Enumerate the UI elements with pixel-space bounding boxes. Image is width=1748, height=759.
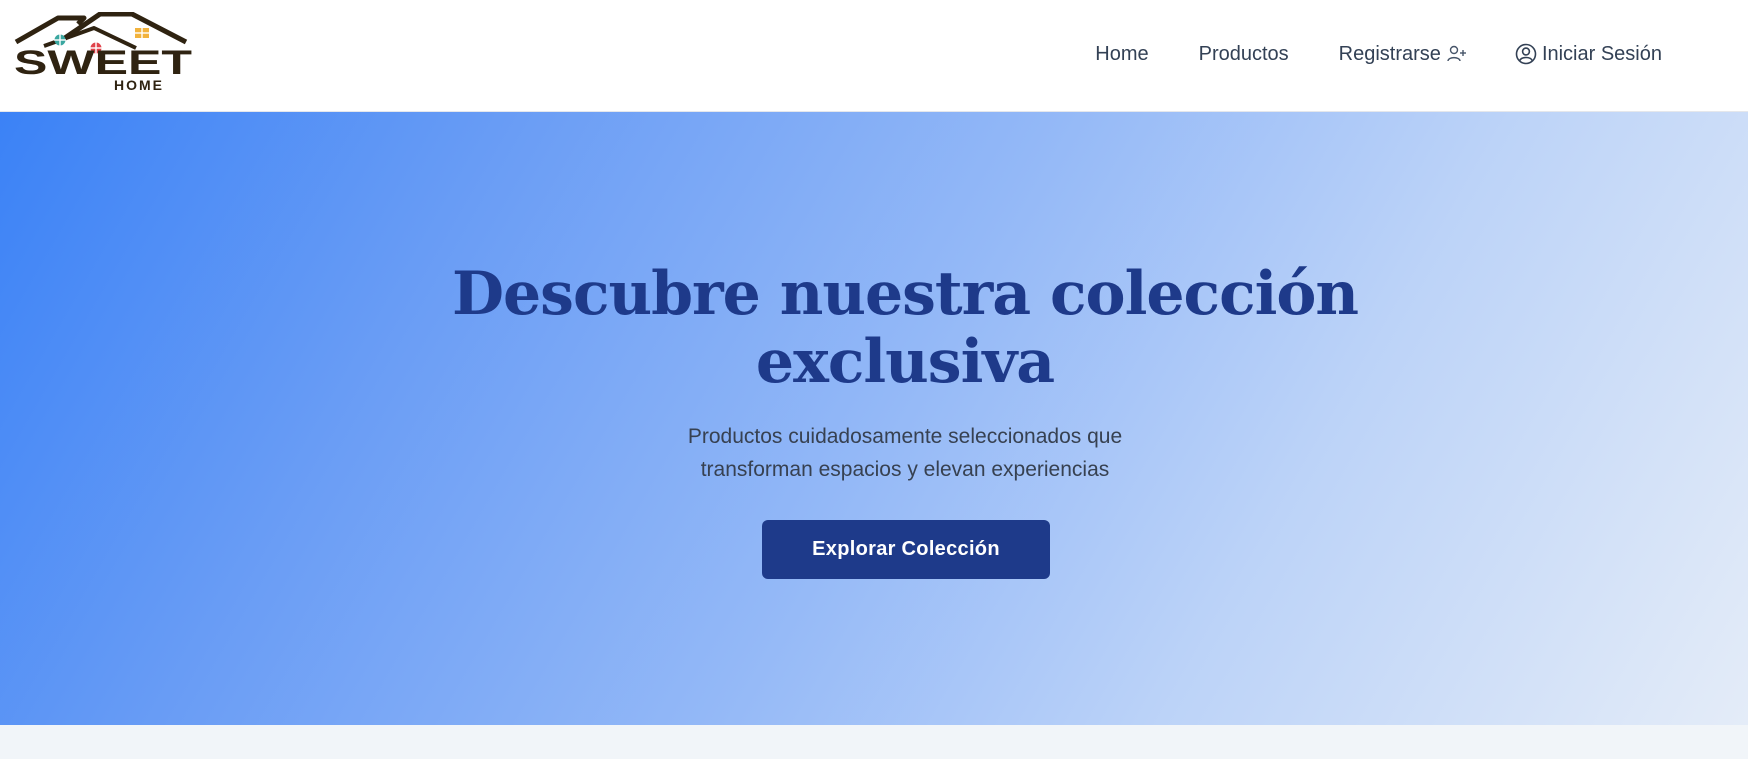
nav-link-home[interactable]: Home: [1095, 43, 1148, 66]
nav-link-iniciar-sesion-label: Iniciar Sesión: [1541, 42, 1662, 65]
main-nav: Home Productos Registrarse Iniciar Sesió…: [1095, 0, 1662, 108]
house-logo-icon: SWEET HOME: [14, 11, 192, 93]
hero-title: Descubre nuestra colección exclusiva: [0, 260, 1748, 396]
sweet-home-logo[interactable]: SWEET HOME: [14, 11, 194, 94]
hero-title-line2: exclusiva: [755, 327, 1055, 397]
nav-link-productos-label: Productos: [1198, 42, 1289, 65]
nav-link-iniciar-sesion[interactable]: Iniciar Sesión: [1515, 43, 1662, 66]
nav-link-home-label: Home: [1095, 42, 1149, 65]
svg-text:SWEET: SWEET: [14, 44, 192, 82]
hero-subtitle: Productos cuidadosamente seleccionados q…: [0, 420, 1748, 486]
user-circle-icon: [1515, 43, 1537, 65]
content-section-top: [0, 725, 1748, 759]
navbar: SWEET HOME Home Productos Registrarse In…: [0, 0, 1748, 112]
nav-link-productos[interactable]: Productos: [1199, 43, 1289, 66]
hero-title-line1: Descubre nuestra colección: [451, 259, 1359, 329]
hero-subtitle-line1: Productos cuidadosamente seleccionados q…: [687, 425, 1123, 448]
svg-text:HOME: HOME: [114, 77, 164, 93]
user-plus-icon: [1447, 45, 1466, 62]
hero-subtitle-line2: transforman espacios y elevan experienci…: [700, 458, 1110, 481]
hero-banner: Descubre nuestra colección exclusiva Pro…: [0, 112, 1748, 725]
explore-collection-button[interactable]: Explorar Colección: [762, 520, 1050, 579]
nav-link-registrarse[interactable]: Registrarse: [1339, 43, 1467, 66]
nav-link-registrarse-label: Registrarse: [1338, 42, 1441, 65]
